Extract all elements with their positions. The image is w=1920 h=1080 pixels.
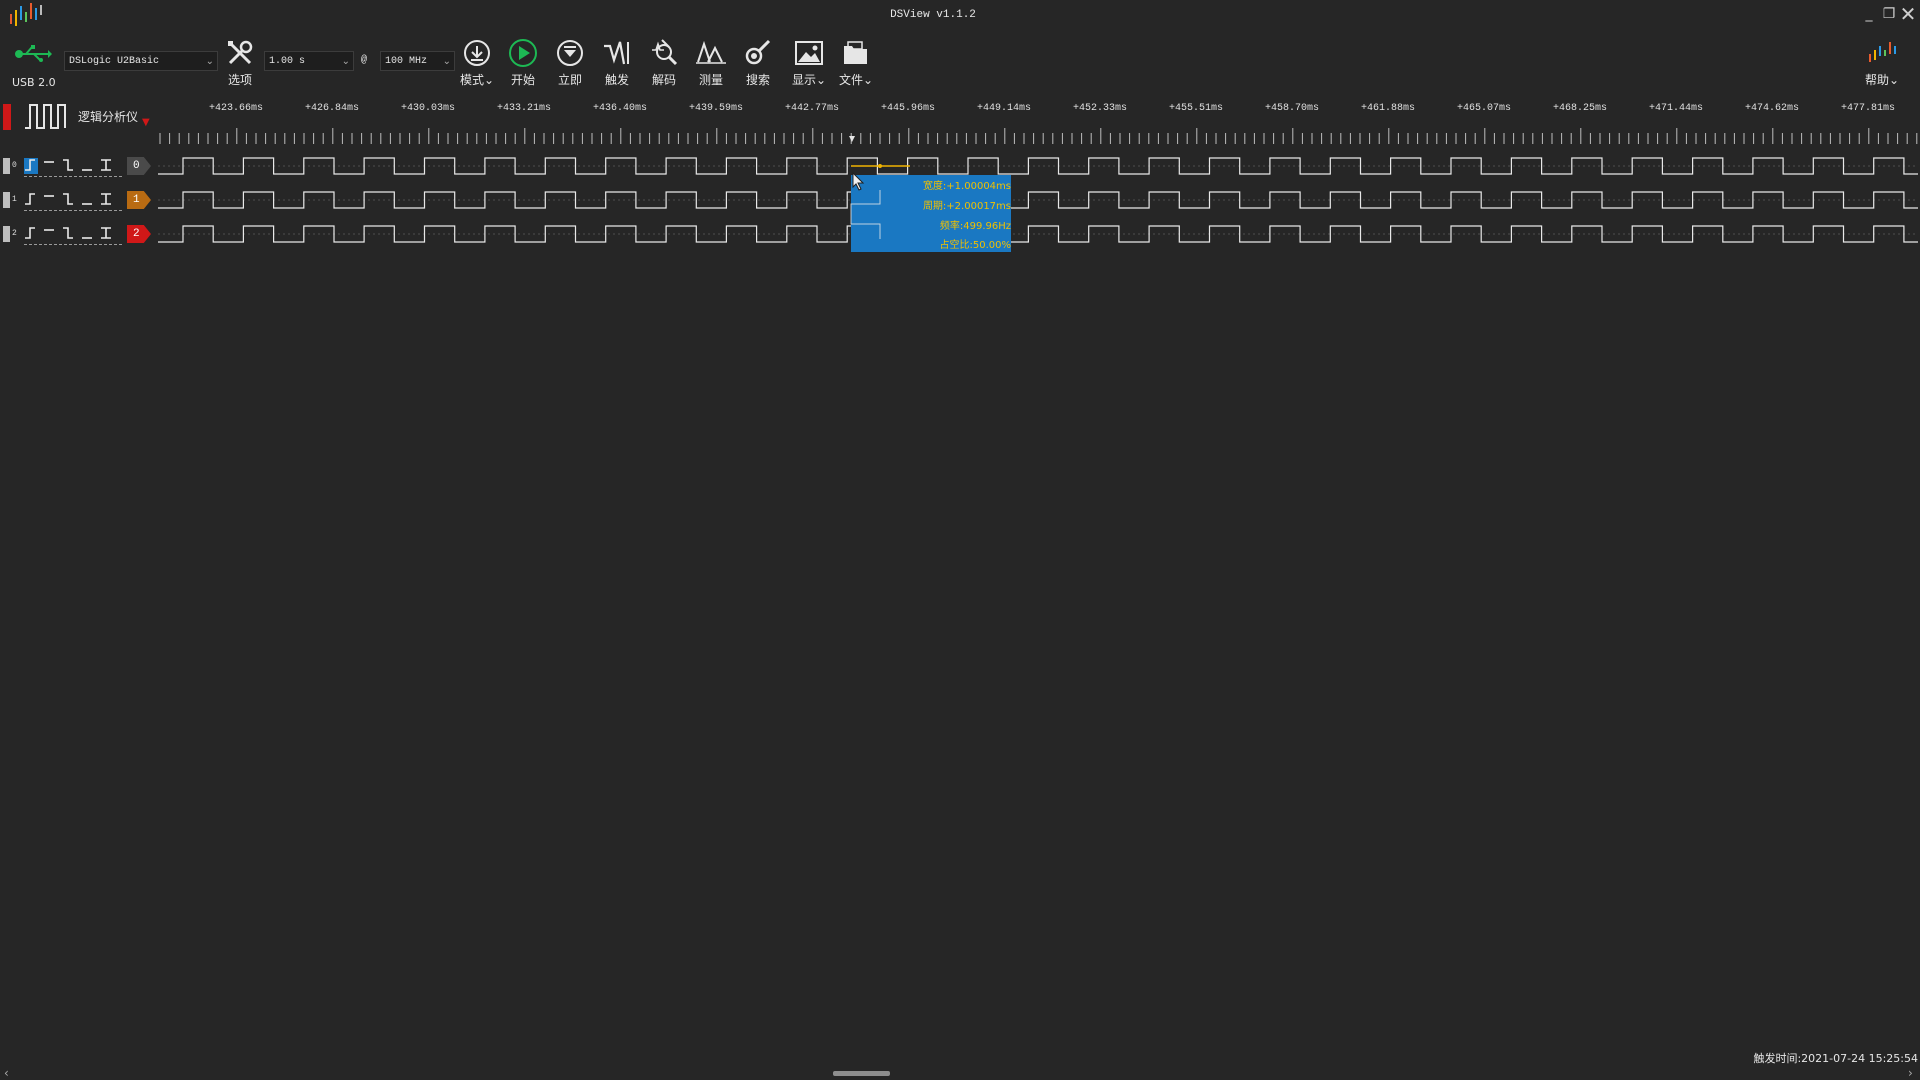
mode-name[interactable]: 逻辑分析仪 [78,108,138,125]
play-icon [509,39,537,67]
ruler-tick-label: +439.59ms [688,103,744,114]
instant-capture-icon [557,40,583,66]
horizontal-scrollbar[interactable] [833,1071,890,1076]
search-icon [745,39,771,65]
chevron-down-icon: ⌄ [205,56,214,67]
instant-label: 立即 [557,73,582,87]
decode-label: 解码 [651,73,676,87]
restore-button[interactable]: ❐ [1880,5,1898,23]
ruler-tick-label: +452.33ms [1072,103,1128,114]
display-button[interactable]: 显示⌄ [784,38,834,94]
duration-select[interactable]: 1.00 s ⌄ [264,51,354,71]
usb-version-label: USB 2.0 [12,76,56,89]
ruler-tick-label: +477.81ms [1840,103,1896,114]
help-button[interactable]: 帮助⌄ [1858,38,1906,94]
chevron-down-icon: ⌄ [483,73,495,87]
chevron-down-icon: ⌄ [862,73,874,87]
ruler-tick-label: +465.07ms [1456,103,1512,114]
search-button[interactable]: 搜索 [736,38,780,94]
trigger-label: 触发 [604,73,629,87]
app-logo-icon [1869,42,1896,62]
ruler-tick-label: +426.84ms [304,103,360,114]
scroll-right-icon[interactable]: › [1908,1066,1913,1080]
samplerate-select-value: 100 MHz [385,56,428,67]
mode-button[interactable]: 模式⌄ [454,38,500,94]
at-symbol: @ [361,55,368,66]
decode-icon [652,39,678,66]
mode-label: 模式 [459,73,484,87]
trigger-icon [604,41,629,65]
device-select-value: DSLogic U2Basic [69,56,160,67]
title-bar: DSView v1.1.2 _ ❐ ✕ [0,0,1920,30]
trigger-button[interactable]: 触发 [595,38,639,94]
ruler-tick-label: +461.88ms [1360,103,1416,114]
search-label: 搜索 [745,73,770,87]
ruler-tick-label: +433.21ms [496,103,552,114]
ruler-tick-label: +445.96ms [880,103,936,114]
minimize-button[interactable]: _ [1860,5,1878,23]
ruler-tick-label: +449.14ms [976,103,1032,114]
measure-label: 测量 [698,73,723,87]
measure-button[interactable]: 测量 [689,38,733,94]
measure-frequency: 频率:499.96Hz [939,221,1011,232]
file-button[interactable]: 文件⌄ [831,38,881,94]
ruler-tick-label: +423.66ms [208,103,264,114]
duration-select-value: 1.00 s [269,56,306,67]
ruler-tick-label: +474.62ms [1744,103,1800,114]
chevron-down-icon: ⌄ [815,73,827,87]
download-circle-icon [464,40,490,66]
window-title: DSView v1.1.2 [890,9,976,21]
ruler-tick-label: +471.44ms [1648,103,1704,114]
trigger-time: 触发时间:2021-07-24 15:25:54 [1753,1052,1918,1065]
start-button[interactable]: 开始 [501,38,545,94]
ruler-tick-label: +442.77ms [784,103,840,114]
options-button[interactable]: 选项 [218,38,262,94]
chevron-down-icon: ⌄ [1888,73,1900,87]
help-label: 帮助 [1864,73,1889,87]
measure-width: 宽度:+1.00004ms [922,181,1011,192]
scroll-left-icon[interactable]: ‹ [4,1066,9,1080]
measure-duty: 占空比:50.00% [939,240,1012,251]
start-label: 开始 [510,73,535,87]
decode-button[interactable]: 解码 [642,38,686,94]
ruler-tick-label: +436.40ms [592,103,648,114]
ruler-tick-label: +458.70ms [1264,103,1320,114]
ruler-tick-label: +455.51ms [1168,103,1224,114]
samplerate-select[interactable]: 100 MHz ⌄ [380,51,455,71]
file-label: 文件 [838,73,863,87]
image-icon [795,41,823,65]
display-label: 显示 [791,73,816,87]
device-select[interactable]: DSLogic U2Basic ⌄ [64,51,218,71]
close-button[interactable]: ✕ [1899,4,1917,24]
ruler-tick-label: +468.25ms [1552,103,1608,114]
options-label: 选项 [227,73,252,87]
instant-button[interactable]: 立即 [548,38,592,94]
chevron-down-icon: ⌄ [442,56,451,67]
folder-icon [844,41,867,64]
wrench-icon [228,40,253,65]
measure-period: 周期:+2.00017ms [922,201,1011,212]
measure-icon [696,40,726,64]
mouse-cursor-icon [852,172,865,191]
cursor-marker-icon [849,136,855,142]
ruler-tick-label: +430.03ms [400,103,456,114]
usb-icon [15,45,52,62]
chevron-down-icon: ⌄ [341,56,350,67]
ruler-ticks[interactable] [0,124,1920,146]
